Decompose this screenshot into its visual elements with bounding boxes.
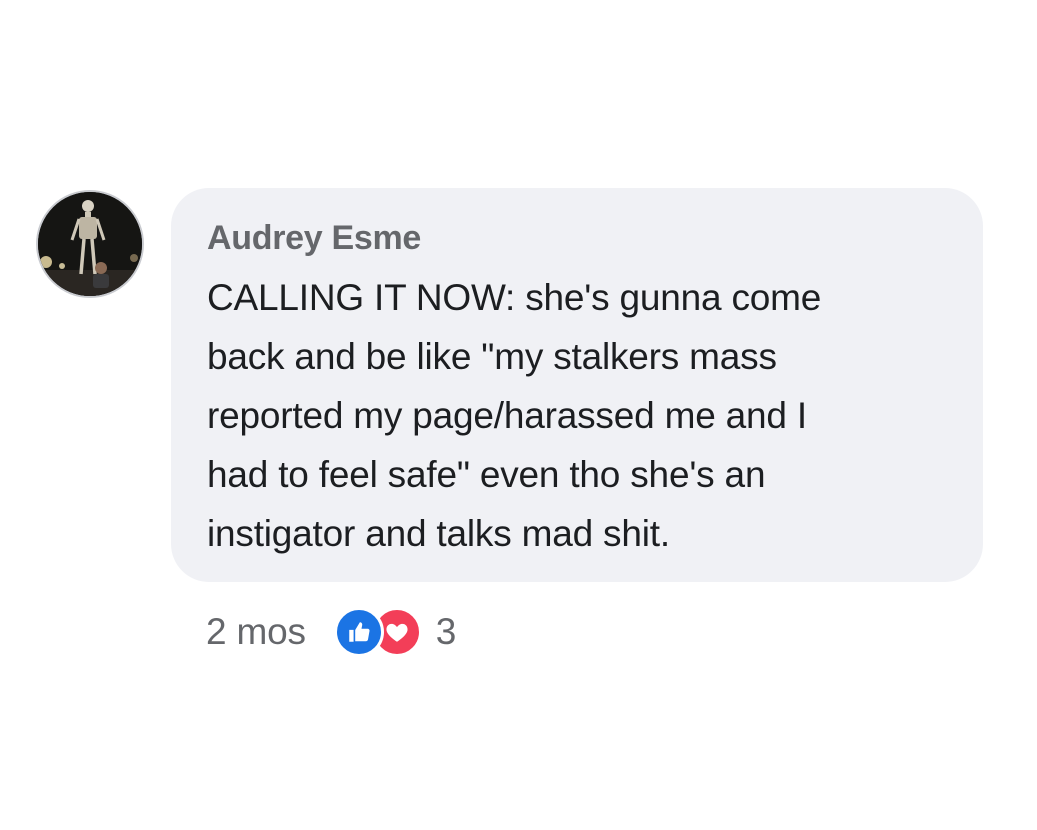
- comment-bubble: Audrey Esme CALLING IT NOW: she's gunna …: [171, 188, 983, 582]
- avatar[interactable]: [36, 190, 144, 298]
- comment-text-line: had to feel safe" even tho she's an: [207, 454, 766, 495]
- comment-text-line: instigator and talks mad shit.: [207, 513, 670, 554]
- comment-text-line: reported my page/harassed me and I: [207, 395, 807, 436]
- comment-author[interactable]: Audrey Esme: [207, 216, 943, 260]
- reaction-count: 3: [435, 611, 457, 652]
- comment-text-line: CALLING IT NOW: she's gunna come: [207, 277, 822, 318]
- comment-text: CALLING IT NOW: she's gunna come back an…: [207, 268, 943, 563]
- comment-timestamp[interactable]: 2 mos: [206, 611, 306, 653]
- reactions-summary[interactable]: 3: [333, 607, 457, 657]
- avatar-photo: [38, 192, 142, 296]
- comment-meta: 2 mos 3: [206, 607, 457, 657]
- comment-text-line: back and be like "my stalkers mass: [207, 336, 777, 377]
- like-icon: [333, 607, 384, 657]
